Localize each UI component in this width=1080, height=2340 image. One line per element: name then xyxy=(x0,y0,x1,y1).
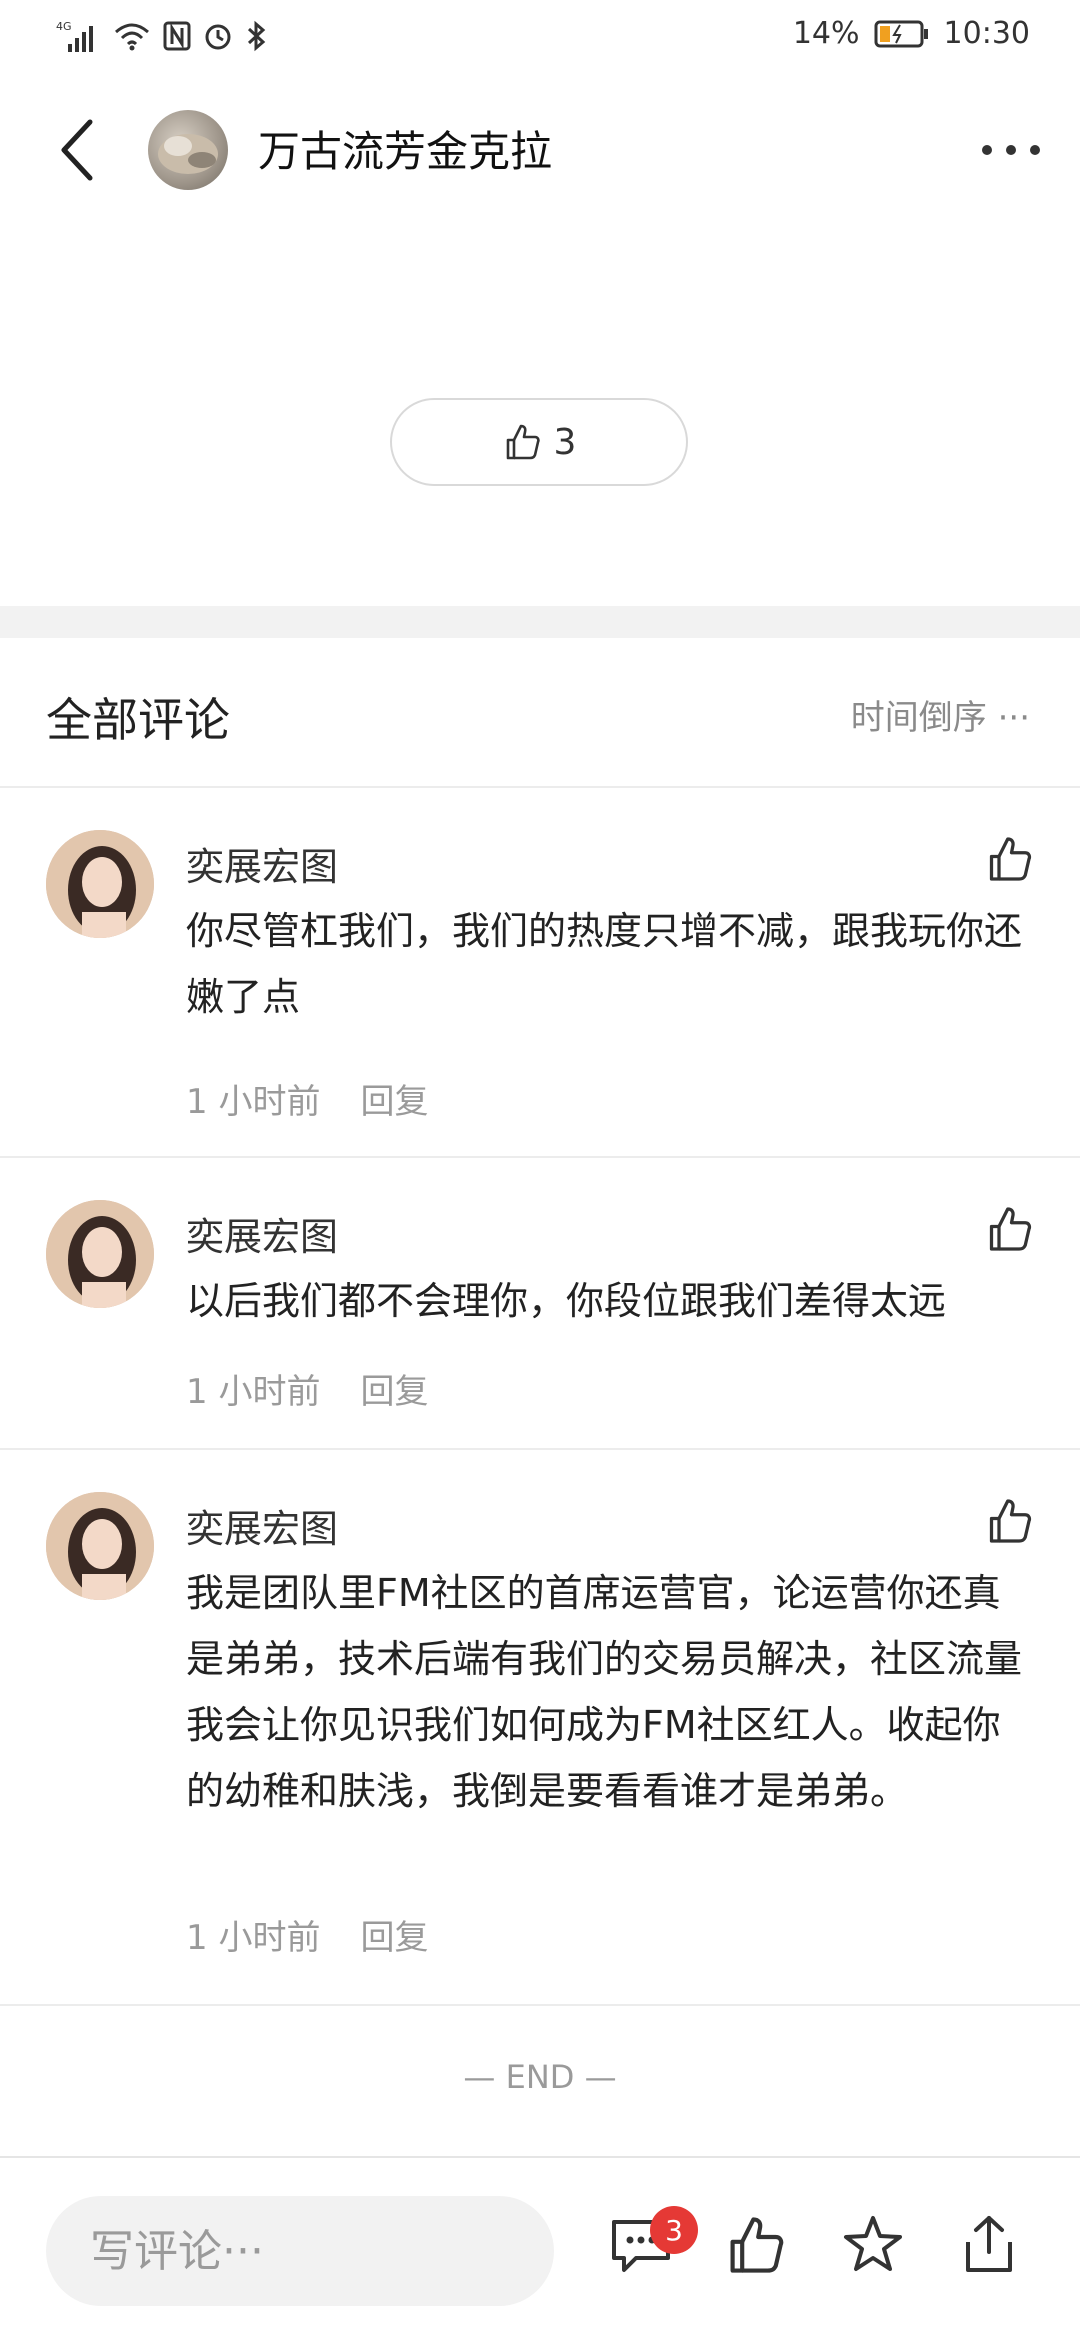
nfc-icon xyxy=(162,20,192,52)
page-title: 万古流芳金克拉 xyxy=(258,127,553,176)
status-time: 10:30 xyxy=(943,16,1030,51)
signal-icon: 4G xyxy=(56,18,102,54)
wifi-icon xyxy=(112,20,152,52)
comment-username[interactable]: 奕展宏图 xyxy=(186,1498,338,1553)
reply-button[interactable]: 回复 xyxy=(360,1910,428,1959)
comment-item: 奕展宏图 以后我们都不会理你，你段位跟我们差得太远 1 小时前 回复 xyxy=(0,1158,1080,1450)
back-button[interactable] xyxy=(48,110,108,190)
comment-time: 1 小时前 xyxy=(186,1372,321,1412)
status-left: 4G xyxy=(56,18,268,54)
post-like-button[interactable]: 3 xyxy=(390,398,688,486)
end-marker: — END — xyxy=(463,2058,617,2096)
comment-item: 奕展宏图 你尽管杠我们，我们的热度只增不减，跟我玩你还嫩了点 1 小时前 回复 xyxy=(0,788,1080,1158)
battery-percent: 14% xyxy=(792,16,860,51)
comment-like-button[interactable] xyxy=(984,1496,1034,1546)
battery-icon xyxy=(874,19,930,49)
comment-text: 以后我们都不会理你，你段位跟我们差得太远 xyxy=(186,1279,947,1323)
status-right: 14% 10:30 xyxy=(793,16,1030,51)
comment-time: 1 小时前 xyxy=(186,1082,321,1122)
comments-title: 全部评论 xyxy=(46,693,230,747)
thumbs-up-icon xyxy=(506,424,540,460)
alarm-icon xyxy=(202,20,234,52)
thumbs-up-icon[interactable] xyxy=(720,2210,790,2280)
reply-button[interactable]: 回复 xyxy=(360,1074,428,1123)
avatar[interactable] xyxy=(46,1200,154,1308)
comment-count-badge: 3 xyxy=(650,2206,698,2254)
comment-username[interactable]: 奕展宏图 xyxy=(186,1206,338,1261)
comment-like-button[interactable] xyxy=(984,1204,1034,1254)
status-bar: 4G 14% 10:30 xyxy=(0,0,1080,72)
header-avatar[interactable] xyxy=(148,110,228,190)
bottom-bar: 3 xyxy=(0,2156,1080,2340)
comment-meta: 1 小时前 回复 xyxy=(186,1910,428,1959)
comment-item: 奕展宏图 我是团队里FM社区的首席运营官，论运营你还真是弟弟，技术后端有我们的交… xyxy=(0,1450,1080,2006)
comment-like-button[interactable] xyxy=(984,834,1034,884)
share-icon[interactable] xyxy=(954,2210,1024,2280)
section-divider xyxy=(0,606,1080,638)
bluetooth-icon xyxy=(244,20,268,52)
header: 万古流芳金克拉 xyxy=(0,90,1080,210)
reply-button[interactable]: 回复 xyxy=(360,1364,428,1413)
thumbs-up-icon xyxy=(989,1499,1032,1543)
thumbs-up-icon xyxy=(989,1207,1032,1251)
post-like-count: 3 xyxy=(553,421,577,463)
more-dots-icon xyxy=(982,145,1040,155)
comment-text: 我是团队里FM社区的首席运营官，论运营你还真是弟弟，技术后端有我们的交易员解决，… xyxy=(186,1571,1023,1813)
comment-username[interactable]: 奕展宏图 xyxy=(186,836,338,891)
sort-order-button[interactable]: 时间倒序 ··· xyxy=(851,690,1030,739)
avatar[interactable] xyxy=(46,1492,154,1600)
comment-input[interactable] xyxy=(46,2196,554,2306)
thumbs-up-icon xyxy=(989,837,1032,881)
network-label: 4G xyxy=(56,20,72,33)
more-button[interactable] xyxy=(968,110,1054,190)
star-icon[interactable] xyxy=(838,2210,908,2280)
comment-text: 你尽管杠我们，我们的热度只增不减，跟我玩你还嫩了点 xyxy=(186,909,1023,1019)
comment-meta: 1 小时前 回复 xyxy=(186,1364,428,1413)
comments-header: 全部评论 时间倒序 ··· xyxy=(0,638,1080,788)
chevron-left-icon xyxy=(61,119,93,181)
avatar[interactable] xyxy=(46,830,154,938)
comment-meta: 1 小时前 回复 xyxy=(186,1074,428,1123)
comment-time: 1 小时前 xyxy=(186,1918,321,1958)
